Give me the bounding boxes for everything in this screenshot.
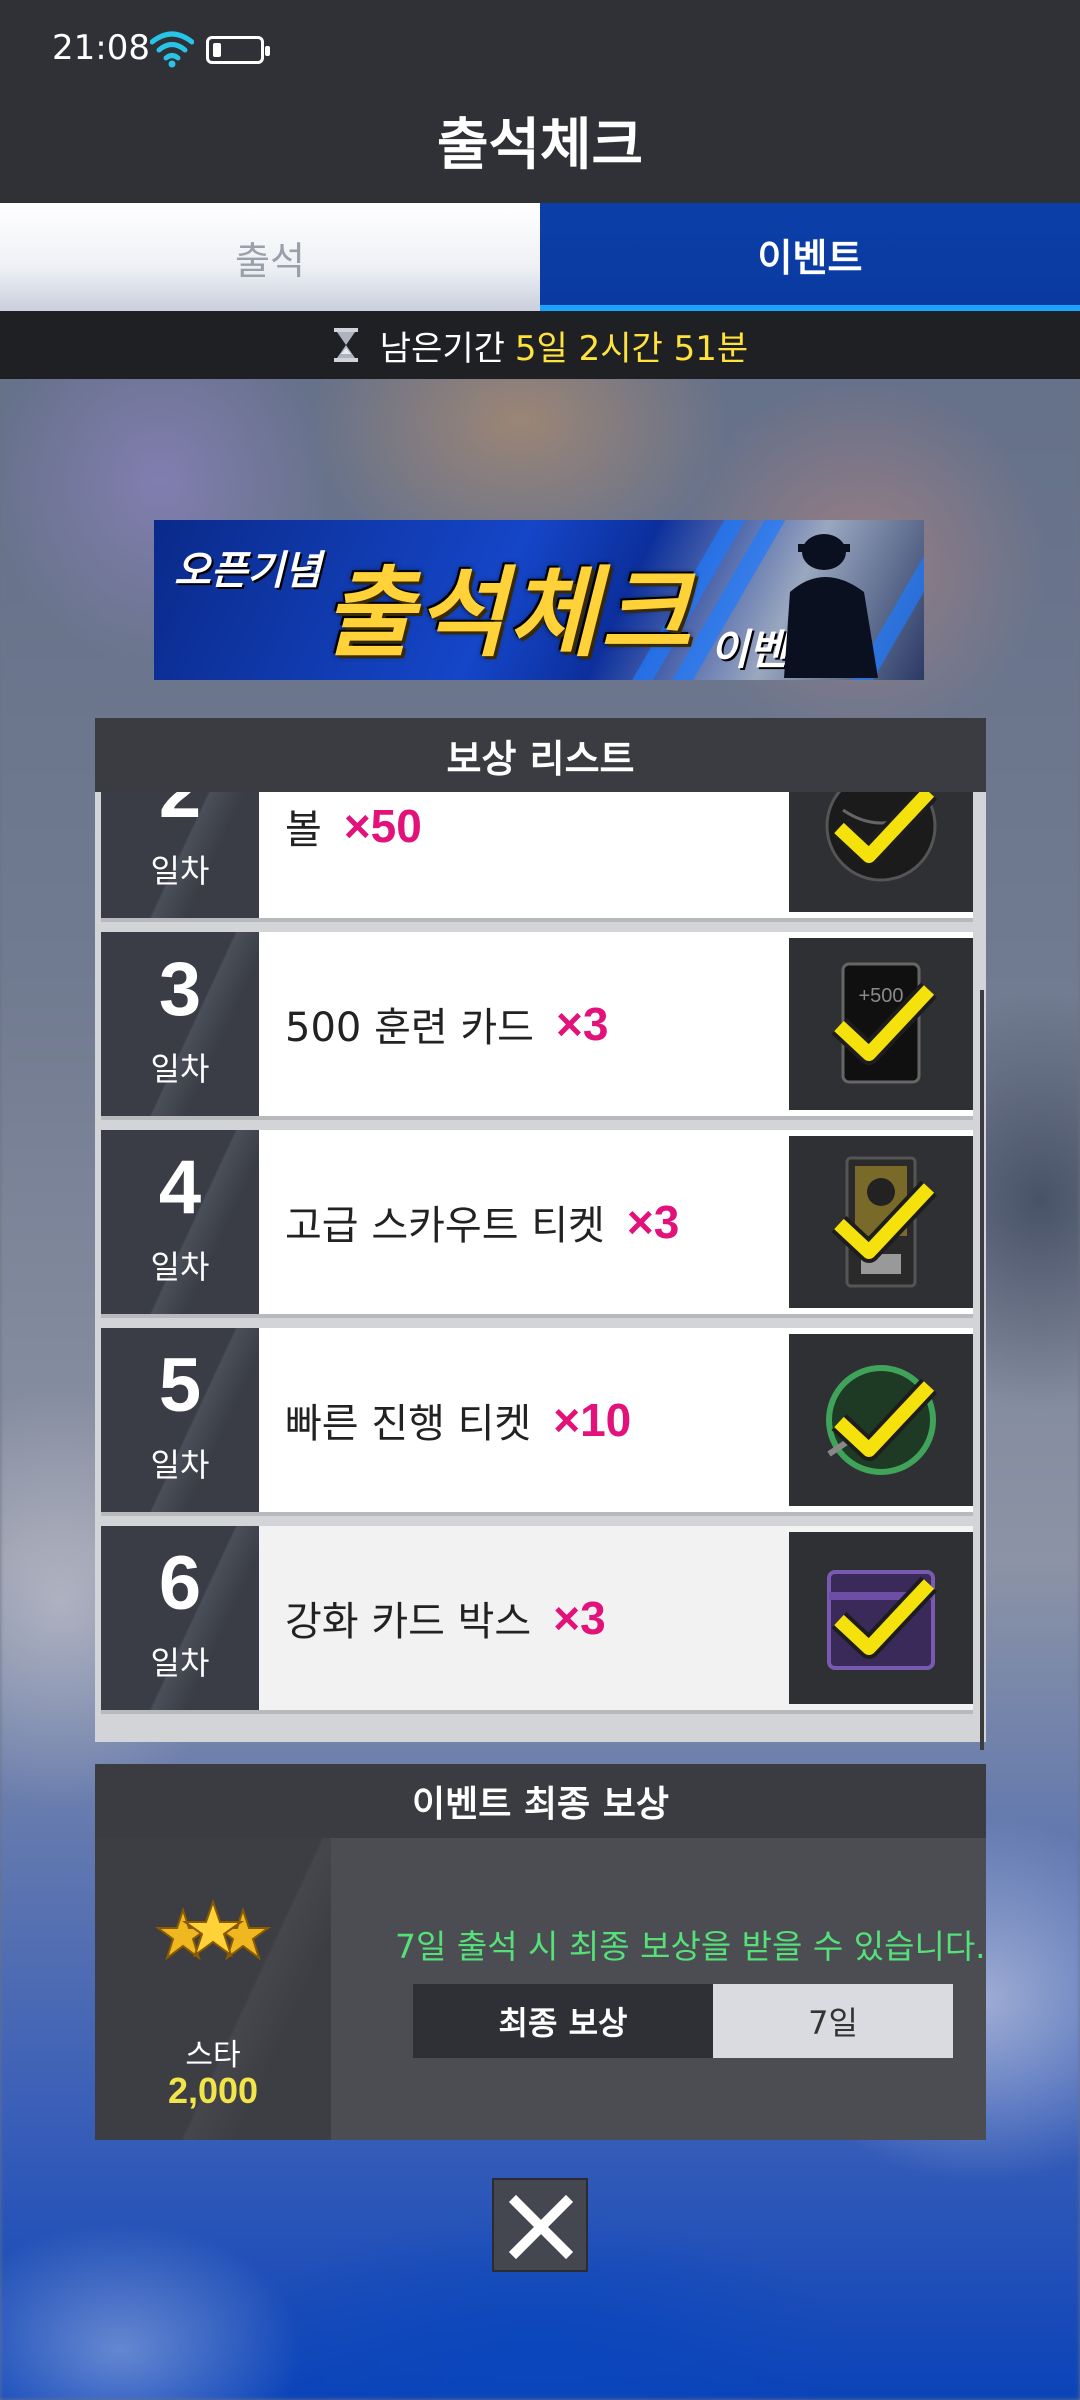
close-button[interactable]: [492, 2178, 588, 2272]
day-number: 3: [158, 947, 202, 1032]
check-icon: [831, 1576, 938, 1659]
enhance-card-box-icon: [789, 1532, 973, 1704]
player-silhouette-icon: [784, 534, 878, 678]
item-name-row: 500 훈련 카드 ×3: [285, 932, 608, 1116]
baseball-icon: [789, 792, 973, 912]
stars-icon: [154, 1898, 272, 1961]
item-name: 강화 카드 박스: [285, 1599, 532, 1645]
final-reward-label: 최종 보상: [413, 1984, 713, 2058]
final-reward-value: 7일: [713, 1984, 953, 2058]
reward-row: 4 일차 고급 스카우트 티켓 ×3: [101, 1130, 973, 1314]
wifi-icon: [150, 31, 194, 68]
item-name-row: 강화 카드 박스 ×3: [285, 1526, 606, 1710]
remaining-value: 5일 2시간 51분: [514, 328, 749, 369]
tab-bar: 출석 이벤트: [0, 203, 1080, 311]
banner-main-text: 출석체크: [324, 557, 693, 671]
item-quantity: ×3: [555, 998, 609, 1050]
check-icon: [831, 792, 938, 867]
reward-row: 3 일차 500 훈련 카드 ×3 +500: [101, 932, 973, 1116]
item-quantity: ×10: [553, 1394, 632, 1446]
final-item-name: 스타: [185, 2038, 241, 2073]
reward-list-header: 보상 리스트: [95, 718, 986, 792]
day-label: 일차: [150, 1446, 210, 1484]
item-quantity: ×50: [343, 800, 422, 852]
final-reward-message: 7일 출석 시 최종 보상을 받을 수 있습니다.: [395, 1927, 986, 1966]
check-icon: [831, 982, 938, 1065]
day-badge: 3 일차: [101, 932, 259, 1116]
reward-list[interactable]: 2 일차 볼 ×50 3 일차 500 훈련 카드 ×3: [95, 792, 986, 1742]
remaining-label: 남은기간: [379, 328, 505, 369]
page-title: 출석체크: [436, 113, 644, 178]
reward-row: 2 일차 볼 ×50: [101, 792, 973, 918]
remaining-time-bar: 남은기간 5일 2시간 51분: [0, 311, 1080, 379]
item-name: 빠른 진행 티켓: [285, 1401, 532, 1447]
check-icon: [831, 1378, 938, 1461]
item-quantity: ×3: [553, 1592, 606, 1644]
day-label: 일차: [150, 852, 210, 890]
fast-progress-ticket-icon: [789, 1334, 973, 1506]
reward-row: 6 일차 강화 카드 박스 ×3: [101, 1526, 973, 1710]
tab-event[interactable]: 이벤트: [540, 203, 1080, 311]
item-name-row: 고급 스카우트 티켓 ×3: [285, 1130, 679, 1314]
battery-icon: [206, 36, 270, 64]
item-name: 볼: [285, 807, 322, 853]
top-bar: 21:08 출석체크: [0, 0, 1080, 203]
reward-row: 5 일차 빠른 진행 티켓 ×10: [101, 1328, 973, 1512]
day-label: 일차: [150, 1644, 210, 1682]
day-badge: 2 일차: [101, 792, 259, 918]
hourglass-icon: [333, 328, 358, 362]
item-name: 고급 스카우트 티켓: [285, 1203, 605, 1249]
day-number: 5: [158, 1343, 202, 1428]
day-badge: 6 일차: [101, 1526, 259, 1710]
item-name-row: 빠른 진행 티켓 ×10: [285, 1328, 631, 1512]
scout-ticket-icon: [789, 1136, 973, 1308]
tab-attendance[interactable]: 출석: [0, 203, 540, 311]
status-time: 21:08: [52, 28, 150, 68]
day-badge: 5 일차: [101, 1328, 259, 1512]
item-name: 500 훈련 카드: [285, 1005, 534, 1051]
final-reward-item: 스타 2,000: [95, 1838, 331, 2140]
final-reward-panel: 스타 2,000 7일 출석 시 최종 보상을 받을 수 있습니다. 최종 보상…: [95, 1838, 986, 2140]
event-banner: 오픈기념 출석체크 이벤트: [154, 520, 924, 680]
training-card-icon: +500: [789, 938, 973, 1110]
day-number: 2: [101, 792, 259, 832]
day-number: 6: [158, 1541, 202, 1626]
item-name-row: 볼 ×50: [285, 792, 422, 918]
check-icon: [831, 1180, 938, 1263]
day-label: 일차: [150, 1248, 210, 1286]
banner-open-text: 오픈기념: [174, 548, 322, 594]
final-reward-header: 이벤트 최종 보상: [95, 1764, 986, 1838]
day-badge: 4 일차: [101, 1130, 259, 1314]
final-item-amount: 2,000: [167, 2070, 259, 2111]
close-icon: [508, 2194, 574, 2260]
day-number: 4: [158, 1145, 202, 1230]
day-label: 일차: [150, 1050, 210, 1088]
reward-list-scrollbar[interactable]: [980, 990, 984, 1750]
item-quantity: ×3: [626, 1196, 680, 1248]
